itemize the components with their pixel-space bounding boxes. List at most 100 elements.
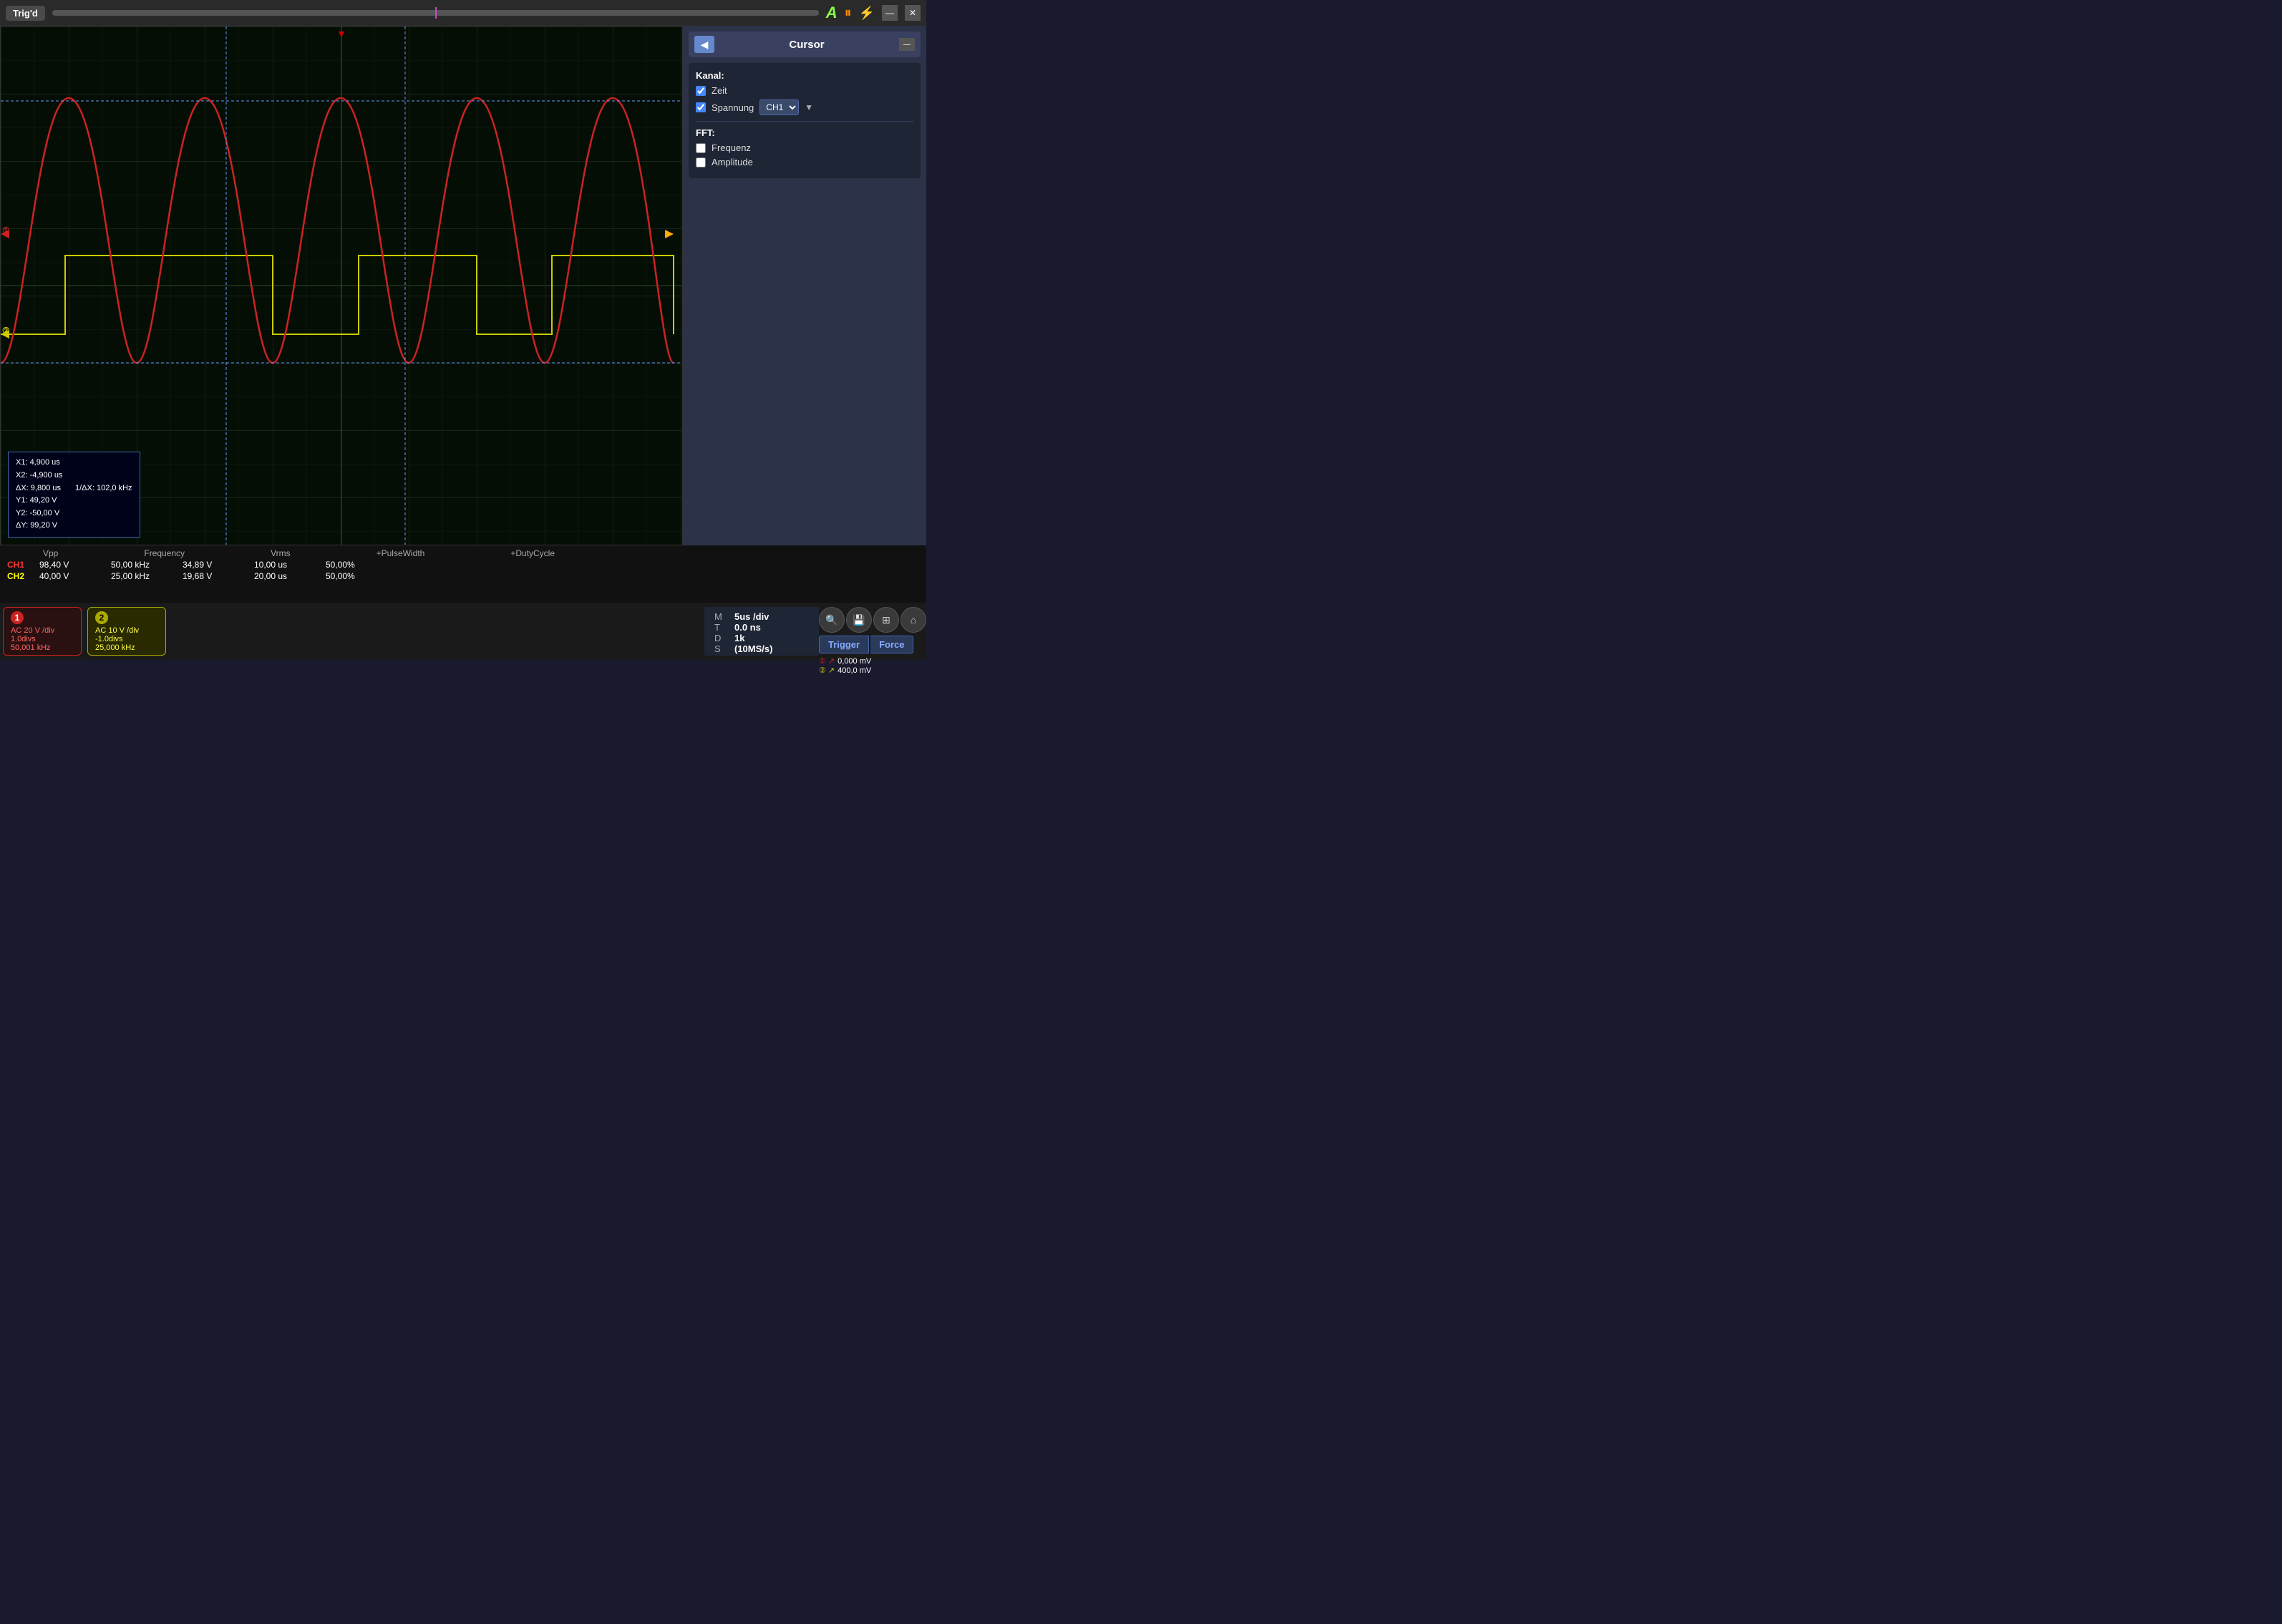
s-row: S (10MS/s) [714, 643, 809, 654]
timeline-bar[interactable] [52, 10, 819, 16]
ch2-meas-label: CH2 [7, 571, 32, 581]
back-button[interactable]: ◀ [694, 36, 714, 53]
ch1-info-box[interactable]: 1 AC 20 V /div 1.0divs 50,001 kHz [3, 607, 82, 656]
ch1-frequency: 50,001 kHz [11, 643, 74, 652]
zeit-row: Zeit [696, 85, 913, 96]
ch2-frequency: 25,00 kHz [111, 571, 175, 581]
cursor-info-box: X1: 4,900 us X2: -4,900 us ΔX: 9,800 us … [8, 452, 140, 538]
s-key: S [714, 643, 729, 654]
ch1-meas-label: CH1 [7, 560, 32, 570]
frequency-header: Frequency [144, 548, 185, 558]
ch2-coupling: AC [95, 626, 106, 635]
panel-content: Kanal: Zeit Spannung CH1 CH2 ▼ FFT: Freq… [689, 63, 921, 178]
ch1-position-marker: ① [2, 225, 10, 235]
save-icon-button[interactable]: 💾 [846, 607, 872, 633]
ch2-info-box[interactable]: 2 AC 10 V /div -1.0divs 25,000 kHz [87, 607, 166, 656]
timeline-position-marker [435, 7, 437, 19]
t-row: T 0.0 ns [714, 622, 809, 633]
dropdown-arrow-icon: ▼ [805, 102, 813, 112]
minimize-window-button[interactable]: — [882, 5, 898, 21]
ch2-pulse-width: 20,00 us [254, 571, 319, 581]
panel-title: Cursor [720, 39, 893, 51]
d-row: D 1k [714, 633, 809, 643]
ch1-number-badge: 1 [11, 611, 24, 624]
frequenz-checkbox[interactable] [696, 143, 706, 153]
m-key: M [714, 611, 729, 622]
trigger-force-area: 🔍 💾 ⊞ ⌂ Trigger Force ① ↗ 0,000 mV ② ↗ 4… [819, 607, 926, 656]
trig-ch2-value: 400,0 mV [837, 666, 871, 675]
ch1-vpp: 98,40 V [39, 560, 104, 570]
pulse-width-header: +PulseWidth [377, 548, 425, 558]
trigger-button[interactable]: Trigger [819, 636, 869, 653]
cursor-x2: X2: -4,900 us [16, 470, 132, 482]
minimize-panel-button[interactable]: — [899, 38, 915, 51]
trigger-position-arrow: ▼ [336, 28, 346, 39]
channel-select[interactable]: CH1 CH2 [759, 99, 799, 115]
ch2-divs: -1.0divs [95, 635, 158, 643]
frequenz-label: Frequenz [712, 142, 751, 153]
amplitude-checkbox[interactable] [696, 157, 706, 167]
m-row: M 5us /div [714, 611, 809, 622]
d-key: D [714, 633, 729, 643]
cursor-delta-y: ΔY: 99,20 V [16, 520, 132, 533]
ch1-frequency: 50,00 kHz [111, 560, 175, 570]
ch2-number-badge: 2 [95, 611, 108, 624]
ch2-duty-cycle: 50,00% [326, 571, 390, 581]
ch2-coupling-voltdiv: AC 10 V /div [95, 626, 158, 635]
ch1-coupling-voltdiv: AC 20 V /div [11, 626, 74, 635]
cursor-inv-delta-x: 1/ΔX: 102,0 kHz [75, 482, 132, 495]
cursor-y2: Y2: -50,00 V [16, 507, 132, 520]
trig-ch1-value: 0,000 mV [837, 657, 871, 666]
cursor-settings-panel: ◀ Cursor — Kanal: Zeit Spannung CH1 CH2 … [683, 26, 926, 545]
ch2-position-marker: ② [2, 326, 10, 336]
icon-buttons-row: 🔍 💾 ⊞ ⌂ [819, 607, 926, 633]
spannung-row: Spannung CH1 CH2 ▼ [696, 99, 913, 115]
bottom-status-bar: 1 AC 20 V /div 1.0divs 50,001 kHz 2 AC 1… [0, 603, 926, 660]
cursor-x1: X1: 4,900 us [16, 457, 132, 470]
ch1-coupling: AC [11, 626, 21, 635]
m-value: 5us /div [734, 611, 769, 622]
close-window-button[interactable]: ✕ [905, 5, 921, 21]
main-area: ▼ ① ② X1: 4,900 us X2: -4,900 us ΔX: 9,8… [0, 26, 926, 545]
oscilloscope-display[interactable]: ▼ ① ② X1: 4,900 us X2: -4,900 us ΔX: 9,8… [0, 26, 683, 545]
ch1-duty-cycle: 50,00% [326, 560, 390, 570]
fft-label: FFT: [696, 127, 913, 138]
vrms-header: Vrms [271, 548, 291, 558]
t-key: T [714, 622, 729, 633]
spannung-checkbox[interactable] [696, 102, 706, 112]
ch1-volt-div: 20 V /div [24, 626, 54, 635]
vpp-header: Vpp [43, 548, 58, 558]
channel-a-label: A [826, 4, 837, 22]
section-divider [696, 121, 913, 122]
home-icon-button[interactable]: ⌂ [900, 607, 926, 633]
zeit-label: Zeit [712, 85, 727, 96]
cursor-delta-x: ΔX: 9,800 us [16, 482, 61, 495]
zeit-checkbox[interactable] [696, 86, 706, 96]
search-icon-button[interactable]: 🔍 [819, 607, 845, 633]
spannung-label: Spannung [712, 102, 754, 113]
force-button[interactable]: Force [870, 636, 913, 653]
measurements-bar: Vpp Frequency Vrms +PulseWidth +DutyCycl… [0, 545, 926, 603]
frequenz-row: Frequenz [696, 142, 913, 153]
d-value: 1k [734, 633, 744, 643]
trig-ch2-icon: ② ↗ [819, 666, 835, 675]
ch1-pulse-width: 10,00 us [254, 560, 319, 570]
panel-header: ◀ Cursor — [689, 31, 921, 57]
amplitude-row: Amplitude [696, 157, 913, 167]
t-value: 0.0 ns [734, 622, 761, 633]
measurements-header: Vpp Frequency Vrms +PulseWidth +DutyCycl… [7, 548, 919, 558]
top-bar: Trig'd A ⏸ ⚡ — ✕ [0, 0, 926, 26]
pause-icon[interactable]: ⏸ [845, 5, 852, 21]
trig-status-badge: Trig'd [6, 6, 45, 21]
ch2-volt-div: 10 V /div [108, 626, 139, 635]
screen-icon-button[interactable]: ⊞ [873, 607, 899, 633]
lightning-icon: ⚡ [859, 6, 875, 21]
ch2-frequency: 25,000 kHz [95, 643, 158, 652]
ch1-measurements-row: CH1 98,40 V 50,00 kHz 34,89 V 10,00 us 5… [7, 560, 919, 570]
ch1-vrms: 34,89 V [183, 560, 247, 570]
amplitude-label: Amplitude [712, 157, 753, 167]
ch1-divs: 1.0divs [11, 635, 74, 643]
ch2-vrms: 19,68 V [183, 571, 247, 581]
s-value: (10MS/s) [734, 643, 772, 654]
cursor-y1: Y1: 49,20 V [16, 495, 132, 507]
